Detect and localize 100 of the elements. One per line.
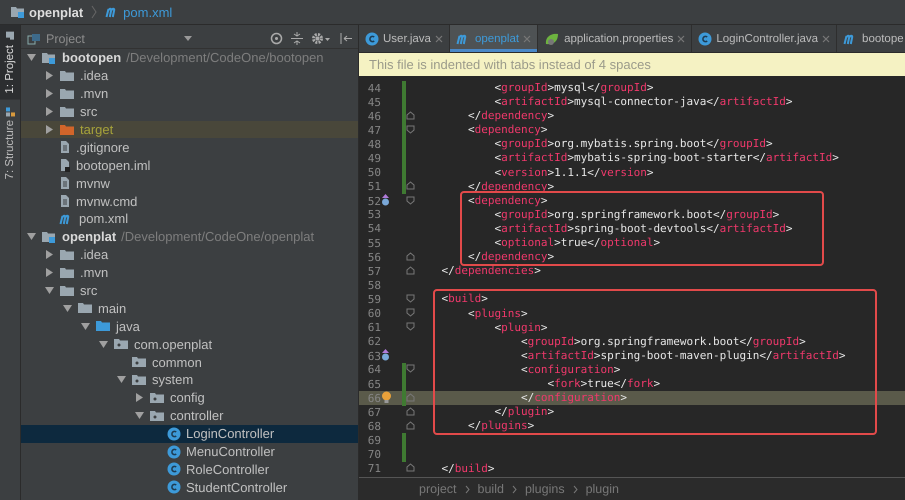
project-icon <box>27 32 41 44</box>
class-icon <box>167 444 181 459</box>
code-line: </dependency> <box>466 180 554 193</box>
tool-window-button[interactable]: 1: Project <box>0 25 20 100</box>
tree-item[interactable]: .gitignore <box>21 138 358 156</box>
locate-icon[interactable] <box>270 32 283 45</box>
bulb-icon[interactable] <box>381 391 392 404</box>
collapse-all-icon[interactable] <box>291 32 303 45</box>
code-line: <artifactId>mysql-connector-java</artifactId> <box>493 95 793 108</box>
expanded-arrow-icon[interactable] <box>27 232 36 242</box>
line-number: 61 <box>366 321 381 334</box>
close-icon[interactable] <box>677 34 686 42</box>
breadcrumb[interactable]: plugin <box>586 482 619 496</box>
fold-marker-icon[interactable] <box>406 266 415 275</box>
code-line: <groupId>mysql</groupId> <box>493 81 654 94</box>
editor-tab[interactable]: User.java <box>359 25 450 52</box>
expanded-arrow-icon[interactable] <box>81 322 90 331</box>
fold-marker-icon[interactable] <box>406 420 415 430</box>
fold-marker-icon[interactable] <box>406 196 415 205</box>
line-number: 69 <box>366 434 381 447</box>
tree-item[interactable]: pom.xml <box>21 210 358 228</box>
override-marker-icon[interactable] <box>381 348 390 361</box>
line-number: 51 <box>366 180 381 194</box>
tree-item[interactable]: .mvn <box>21 264 358 282</box>
tree-item[interactable]: StudentController <box>21 478 358 496</box>
fold-marker-icon[interactable] <box>406 308 415 318</box>
class-icon <box>365 32 379 46</box>
tree-item[interactable]: src <box>21 102 358 121</box>
expanded-arrow-icon[interactable] <box>27 53 36 62</box>
expanded-arrow-icon[interactable] <box>117 375 126 384</box>
hide-panel-icon[interactable] <box>339 32 352 45</box>
line-number: 67 <box>366 406 381 419</box>
tree-item[interactable]: mvnw.cmd <box>21 192 358 210</box>
tree-item[interactable]: mvnw <box>21 174 358 192</box>
code-line: <version>1.1.1</version> <box>493 166 654 179</box>
collapsed-arrow-icon[interactable] <box>45 250 54 260</box>
breadcrumb[interactable]: plugins <box>524 482 565 496</box>
tree-item[interactable]: system <box>21 371 358 389</box>
line-number: 64 <box>366 363 381 376</box>
collapsed-arrow-icon[interactable] <box>45 89 54 98</box>
code-line: <groupId>org.springframework.boot</groupId> <box>493 208 780 221</box>
collapsed-arrow-icon[interactable] <box>45 268 54 278</box>
fold-marker-icon[interactable] <box>406 393 415 402</box>
tree-item[interactable]: openplat /Development/CodeOne/openplat <box>21 228 358 246</box>
tree-item[interactable]: common <box>21 353 358 372</box>
project-view-dropdown[interactable]: Project <box>27 32 262 46</box>
tree-item[interactable]: bootopen.iml <box>21 156 358 174</box>
fold-marker-icon[interactable] <box>406 294 415 303</box>
nav-crumb[interactable]: openplat <box>6 4 88 20</box>
expanded-arrow-icon[interactable] <box>63 304 72 313</box>
expanded-arrow-icon[interactable] <box>99 340 108 349</box>
editor-tab[interactable]: bootope <box>837 25 905 52</box>
fold-marker-icon[interactable] <box>406 252 415 261</box>
tree-item[interactable]: .idea <box>21 246 358 264</box>
tree-item[interactable]: .mvn <box>21 84 358 103</box>
editor-tab[interactable]: LoginController.java <box>692 25 838 52</box>
fold-marker-icon[interactable] <box>406 124 415 134</box>
fold-marker-icon[interactable] <box>406 110 415 120</box>
tree-item[interactable]: com.openplat <box>21 335 358 354</box>
fold-marker-icon[interactable] <box>406 322 415 332</box>
editor-tab[interactable]: application.properties <box>538 25 692 52</box>
line-number: 56 <box>366 250 381 264</box>
module-icon <box>41 230 57 244</box>
tree-item[interactable]: target <box>21 120 358 138</box>
collapsed-arrow-icon[interactable] <box>45 107 54 116</box>
folder-icon <box>77 301 93 316</box>
code-line: <groupId>org.springframework.boot</groupId> <box>520 334 806 348</box>
collapsed-arrow-icon[interactable] <box>135 393 144 402</box>
tree-item[interactable]: LoginController <box>21 424 358 443</box>
tree-item[interactable]: bootopen /Development/CodeOne/bootopen <box>21 49 358 67</box>
breadcrumb[interactable]: build <box>478 482 504 496</box>
collapsed-arrow-icon[interactable] <box>45 125 54 134</box>
override-marker-icon[interactable] <box>381 194 390 206</box>
tree-item[interactable]: config <box>21 388 358 407</box>
tree-item[interactable]: main <box>21 299 358 318</box>
chevron-icon <box>512 484 517 494</box>
tree-item[interactable]: controller <box>21 406 358 425</box>
fold-marker-icon[interactable] <box>406 406 415 416</box>
collapsed-arrow-icon[interactable] <box>45 71 54 80</box>
fold-marker-icon[interactable] <box>406 364 415 374</box>
expanded-arrow-icon[interactable] <box>135 411 144 420</box>
code-line: <plugins> <box>466 306 528 320</box>
breadcrumb[interactable]: project <box>419 482 457 496</box>
tree-item[interactable]: .idea <box>21 66 358 85</box>
close-icon[interactable] <box>822 34 830 42</box>
expanded-arrow-icon[interactable] <box>45 286 54 296</box>
fold-marker-icon[interactable] <box>406 463 415 472</box>
tree-item[interactable]: src <box>21 282 358 300</box>
settings-icon[interactable] <box>311 32 331 45</box>
fold-marker-icon[interactable] <box>406 181 415 190</box>
tool-window-button[interactable]: 7: Structure <box>0 100 20 186</box>
tree-item[interactable]: java <box>21 317 358 336</box>
line-number: 59 <box>366 292 381 306</box>
nav-crumb[interactable]: pom.xml <box>101 4 176 20</box>
close-icon[interactable] <box>434 34 443 42</box>
tree-item[interactable]: MenuController <box>21 442 358 460</box>
code-line: <fork>true</fork> <box>546 376 660 390</box>
class-icon <box>167 480 181 494</box>
line-number: 50 <box>366 166 381 180</box>
tree-item[interactable]: RoleController <box>21 460 358 478</box>
